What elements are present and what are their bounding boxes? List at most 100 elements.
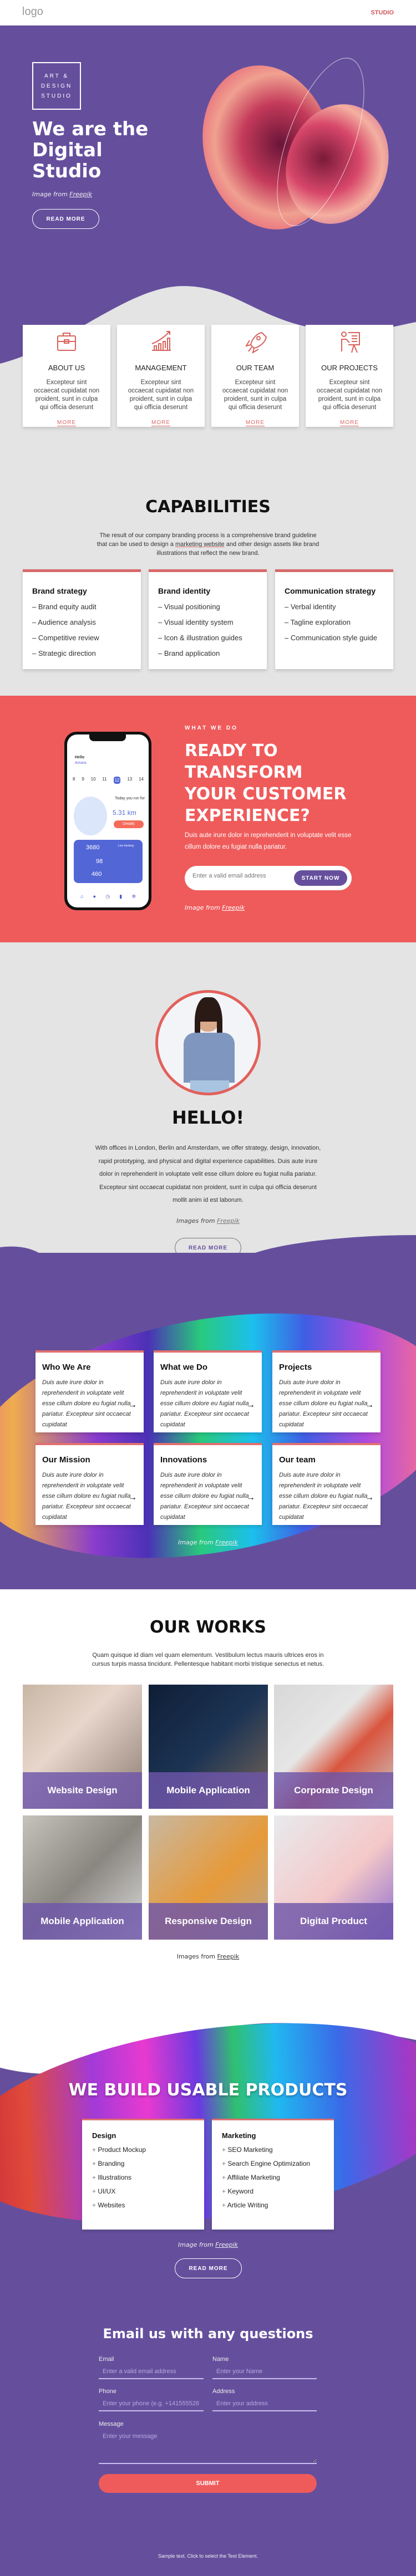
- arrow-right-icon[interactable]: →: [365, 1400, 374, 1410]
- product-item: Illustrations: [92, 2174, 194, 2181]
- hello-read-more-button[interactable]: READ MORE: [175, 1238, 241, 1253]
- product-card: Design Product Mockup Branding Illustratio…: [82, 2119, 204, 2230]
- feature-tile[interactable]: Our team Duis aute irure dolor in repreh…: [272, 1443, 381, 1525]
- contact-form: Email Name Phone Address Message SUBMIT: [99, 2356, 317, 2506]
- cta-email-input[interactable]: [192, 873, 287, 879]
- cta-section: Hello Amara 8 9 10 11 12 13 14 Today you run f…: [0, 696, 416, 942]
- capability-item: – Visual positioning: [158, 603, 220, 611]
- phone-day: 13: [127, 777, 133, 782]
- phone-run-label: Today you run for: [114, 797, 145, 800]
- capability-card: Brand strategy – Brand equity audit – Aud…: [23, 569, 141, 669]
- capability-list: – Brand equity audit – Audience analysis –…: [32, 603, 131, 657]
- phone-name: Amara: [75, 761, 87, 765]
- name-field[interactable]: [212, 2365, 317, 2379]
- phone-live-label: Live tracking: [118, 844, 134, 848]
- abstract-sculpture-image: [185, 47, 405, 244]
- submit-button[interactable]: SUBMIT: [99, 2474, 317, 2493]
- arrow-right-icon[interactable]: →: [128, 1400, 137, 1410]
- tile-text: Duis aute irure dolor in reprehenderit i…: [279, 1472, 368, 1521]
- product-card-title: Marketing: [222, 2131, 256, 2140]
- capability-item: – Competitive review: [32, 634, 99, 642]
- message-field[interactable]: [99, 2430, 317, 2464]
- hello-credit: Images from Freepik: [0, 1217, 416, 1225]
- feature-tile[interactable]: Innovations Duis aute irure dolor in rep…: [154, 1443, 262, 1525]
- arrow-right-icon[interactable]: →: [365, 1493, 374, 1503]
- products-read-more-button[interactable]: READ MORE: [175, 2258, 242, 2278]
- product-list: Product Mockup Branding Illustrations UI/UX…: [92, 2146, 194, 2209]
- start-now-button[interactable]: START NOW: [294, 870, 347, 886]
- feature-tile[interactable]: Who We Are Duis aute irure dolor in repr…: [35, 1350, 144, 1432]
- phone-day: 8: [73, 777, 75, 782]
- freepik-link[interactable]: Freepik: [222, 904, 245, 911]
- work-item[interactable]: Digital Product: [274, 1815, 393, 1940]
- work-item[interactable]: Corporate Design: [274, 1685, 393, 1809]
- service-text: Excepteur sint occaecat cupidatat non pr…: [316, 379, 383, 411]
- capability-item: – Brand equity audit: [32, 603, 97, 611]
- freepik-link[interactable]: Freepik: [217, 1217, 240, 1225]
- product-item: SEO Marketing: [222, 2146, 324, 2154]
- address-label: Address: [212, 2388, 235, 2395]
- product-item: UI/UX: [92, 2187, 194, 2195]
- email-field[interactable]: [99, 2365, 204, 2379]
- work-item[interactable]: Responsive Design: [149, 1815, 268, 1940]
- cta-email-form: START NOW: [185, 866, 352, 890]
- phone-day: 10: [90, 777, 96, 782]
- freepik-link[interactable]: Freepik: [69, 191, 92, 198]
- product-card-title: Design: [92, 2131, 116, 2140]
- cta-text: Duis aute irure dolor in reprehenderit i…: [185, 832, 352, 850]
- arrow-right-icon[interactable]: →: [246, 1400, 255, 1410]
- marketing-website-link[interactable]: marketing website: [175, 541, 225, 548]
- work-item[interactable]: Mobile Application: [23, 1815, 142, 1940]
- service-more-link[interactable]: MORE: [57, 420, 76, 426]
- hero-read-more-button[interactable]: READ MORE: [32, 209, 99, 229]
- products-section: WE BUILD USABLE PRODUCTS Image from Free…: [0, 2018, 416, 2576]
- feature-tile[interactable]: What we Do Duis aute irure dolor in repr…: [154, 1350, 262, 1432]
- cta-eyebrow: WHAT WE DO: [185, 725, 238, 731]
- hello-section: HELLO! With offices in London, Berlin an…: [0, 942, 416, 1253]
- cta-credit: Image from Freepik: [185, 904, 245, 911]
- nav-item-studio[interactable]: STUDIO: [371, 9, 394, 16]
- work-item[interactable]: Website Design: [23, 1685, 142, 1809]
- work-label: Website Design: [23, 1772, 142, 1809]
- tile-title: Who We Are: [42, 1363, 91, 1372]
- feature-tile[interactable]: Our Mission Duis aute irure dolor in rep…: [35, 1443, 144, 1525]
- freepik-link[interactable]: Freepik: [215, 1539, 238, 1546]
- tile-title: Innovations: [160, 1455, 207, 1465]
- product-item: Websites: [92, 2201, 194, 2209]
- presentation-icon: [341, 331, 360, 353]
- cta-title-line: YOUR CUSTOMER: [185, 784, 347, 804]
- capability-title: Communication strategy: [285, 586, 376, 595]
- freepik-link[interactable]: Freepik: [215, 2241, 238, 2248]
- service-more-link[interactable]: MORE: [246, 420, 265, 426]
- capabilities-intro: The result of our company branding proce…: [94, 531, 322, 558]
- capability-item: – Icon & illustration guides: [158, 634, 242, 642]
- portrait-avatar: [155, 990, 261, 1095]
- credit-text: Images from: [176, 1953, 217, 1960]
- phone-tabbar: ⌂ ● ◷ ▮ ✲: [80, 894, 136, 899]
- phone-stat: 3680: [86, 844, 100, 851]
- service-more-link[interactable]: MORE: [151, 420, 170, 426]
- freepik-link[interactable]: Freepik: [217, 1953, 240, 1960]
- arrow-right-icon[interactable]: →: [246, 1493, 255, 1503]
- credit-text: Image from: [177, 1539, 216, 1546]
- work-label: Corporate Design: [274, 1772, 393, 1809]
- credit-text: Image from: [32, 191, 70, 198]
- service-more-link[interactable]: MORE: [340, 420, 359, 426]
- feature-tile[interactable]: Projects Duis aute irure dolor in repreh…: [272, 1350, 381, 1432]
- tile-text: Duis aute irure dolor in reprehenderit i…: [42, 1472, 131, 1521]
- badge-line: DESIGN: [40, 83, 73, 89]
- service-title: ABOUT US: [48, 364, 85, 372]
- works-text: Quam quisque id diam vel quam elementum.…: [92, 1652, 324, 1667]
- phone-field[interactable]: [99, 2397, 204, 2411]
- work-label: Mobile Application: [149, 1772, 268, 1809]
- arrow-right-icon[interactable]: →: [128, 1493, 137, 1503]
- capability-item: – Brand application: [158, 649, 220, 657]
- products-credit: Image from Freepik: [0, 2241, 416, 2248]
- capability-title: Brand identity: [158, 586, 211, 595]
- address-field[interactable]: [212, 2397, 317, 2411]
- service-card: OUR PROJECTS Excepteur sint occaecat cup…: [306, 325, 393, 427]
- work-item[interactable]: Mobile Application: [149, 1685, 268, 1809]
- phone-day: 14: [139, 777, 144, 782]
- service-text: Excepteur sint occaecat cupidatat non pr…: [128, 379, 194, 411]
- logo[interactable]: logo: [22, 6, 43, 18]
